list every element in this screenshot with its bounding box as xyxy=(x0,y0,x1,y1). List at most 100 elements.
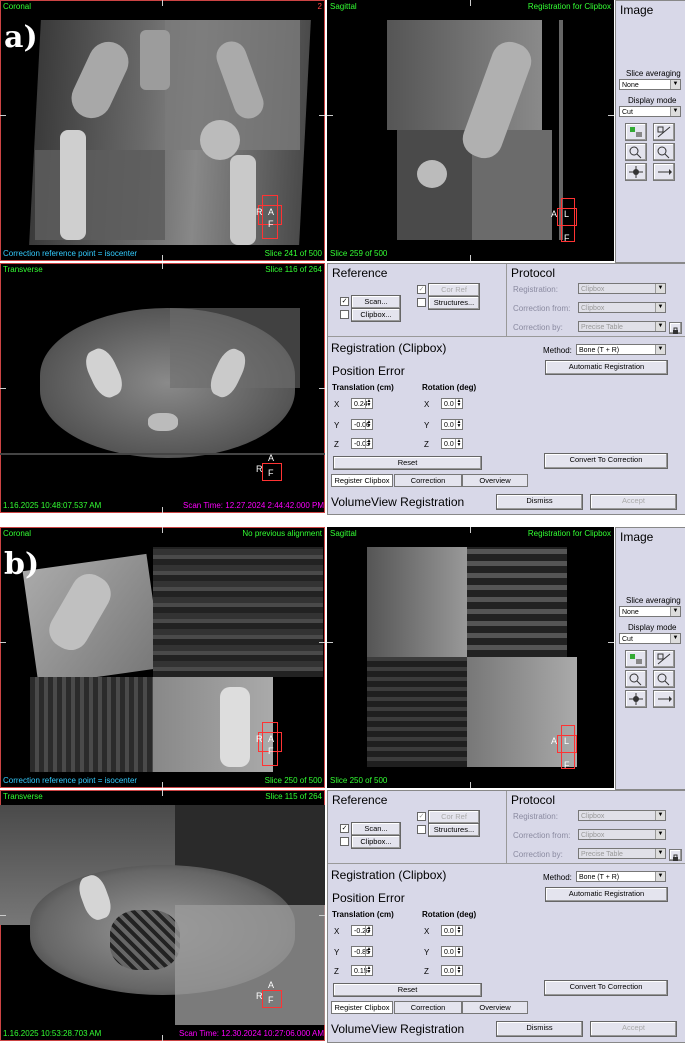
rotation-x-stepper[interactable]: 0.0 ▲ ▼ xyxy=(441,398,463,409)
reference-title: Reference xyxy=(332,793,388,807)
rotation-z-stepper[interactable]: 0.0 ▲ ▼ xyxy=(441,965,463,976)
correction-by-select[interactable]: Precise Table ▼ xyxy=(578,321,666,332)
coronal-viewport[interactable]: R A F a) Coronal 2 Correction reference … xyxy=(0,0,325,261)
tab-register-clipbox[interactable]: Register Clipbox xyxy=(331,474,393,487)
translation-x-stepper[interactable]: -0.20 ▲ ▼ xyxy=(351,925,373,936)
orient-l: L xyxy=(564,736,570,746)
image-title: Image xyxy=(620,3,654,17)
accept-button[interactable]: Accept xyxy=(590,494,677,510)
lock-icon[interactable] xyxy=(669,849,682,861)
transverse-viewport[interactable]: A R F Transverse Slice 116 of 264 1.16.2… xyxy=(0,263,325,513)
timestamp: 1.16.2025 10:48:07.537 AM xyxy=(3,501,102,510)
tab-correction[interactable]: Correction xyxy=(394,1001,462,1014)
orient-r: R xyxy=(256,734,263,744)
tab-overview[interactable]: Overview xyxy=(462,1001,528,1014)
structures-checkbox[interactable] xyxy=(417,825,426,834)
clipbox-checkbox[interactable] xyxy=(340,310,349,319)
zoom-in-icon[interactable] xyxy=(625,143,647,161)
translation-y-stepper[interactable]: -0.85 ▲ ▼ xyxy=(351,946,373,957)
sagittal-viewport[interactable]: A L F Sagittal Registration for Clipbox … xyxy=(327,527,614,788)
slice-counter: Slice 241 of 500 xyxy=(264,249,322,258)
zoom-in-icon[interactable] xyxy=(625,670,647,688)
y-label: Y xyxy=(334,948,340,957)
display-mode-select[interactable]: Cut ▼ xyxy=(619,633,681,644)
structures-button[interactable]: Structures... xyxy=(428,296,480,310)
convert-to-correction-button[interactable]: Convert To Correction xyxy=(544,980,668,996)
viewport-title: Transverse xyxy=(3,792,43,801)
rotation-y-stepper[interactable]: 0.0 ▲ ▼ xyxy=(441,419,463,430)
coronal-viewport[interactable]: R A F b) Coronal No previous alignment C… xyxy=(0,527,325,788)
slice-averaging-select[interactable]: None ▼ xyxy=(619,79,681,90)
corref-checkbox[interactable]: ✓ xyxy=(417,285,426,294)
split-view-icon[interactable] xyxy=(653,650,675,668)
rotation-x-stepper[interactable]: 0.0 ▲ ▼ xyxy=(441,925,463,936)
structures-button[interactable]: Structures... xyxy=(428,823,480,837)
correction-from-select[interactable]: Clipbox ▼ xyxy=(578,829,666,840)
lock-icon[interactable] xyxy=(669,322,682,334)
sagittal-viewport[interactable]: A L F Sagittal Registration for Clipbox … xyxy=(327,0,614,261)
method-select[interactable]: Bone (T + R) ▼ xyxy=(576,871,666,882)
display-mode-label: Display mode xyxy=(628,623,677,632)
corref-checkbox[interactable]: ✓ xyxy=(417,812,426,821)
orient-a: A xyxy=(268,453,275,463)
panel-a: R A F a) Coronal 2 Correction reference … xyxy=(0,0,685,515)
automatic-registration-button[interactable]: Automatic Registration xyxy=(545,360,668,375)
orient-a: A xyxy=(268,207,275,217)
registration-label: Registration: xyxy=(513,812,558,821)
orient-r: R xyxy=(256,464,263,474)
slice-averaging-label: Slice averaging xyxy=(626,69,681,78)
transverse-viewport[interactable]: A R F Transverse Slice 115 of 264 1.16.2… xyxy=(0,790,325,1041)
reference-title: Reference xyxy=(332,266,388,280)
correction-from-select[interactable]: Clipbox ▼ xyxy=(578,302,666,313)
corref-button[interactable]: Cor Ref xyxy=(428,283,480,297)
translation-x-stepper[interactable]: 0.24 ▲ ▼ xyxy=(351,398,373,409)
display-mode-select[interactable]: Cut ▼ xyxy=(619,106,681,117)
corref-button[interactable]: Cor Ref xyxy=(428,810,480,824)
window-level-icon[interactable] xyxy=(625,163,647,181)
display-mode-label: Display mode xyxy=(628,96,677,105)
viewport-note: No previous alignment xyxy=(242,529,322,538)
tab-register-clipbox[interactable]: Register Clipbox xyxy=(331,1001,393,1014)
method-label: Method: xyxy=(543,873,572,882)
pan-icon[interactable] xyxy=(653,163,675,181)
pan-icon[interactable] xyxy=(653,690,675,708)
scan-time: Scan Time: 12.27.2024 2:44:42.000 PM xyxy=(183,501,324,510)
image-title: Image xyxy=(620,530,654,544)
registration-select[interactable]: Clipbox ▼ xyxy=(578,283,666,294)
slice-averaging-select[interactable]: None ▼ xyxy=(619,606,681,617)
tab-overview[interactable]: Overview xyxy=(462,474,528,487)
rotation-y-stepper[interactable]: 0.0 ▲ ▼ xyxy=(441,946,463,957)
clipbox-button[interactable]: Clipbox... xyxy=(351,308,401,322)
registration-select[interactable]: Clipbox ▼ xyxy=(578,810,666,821)
translation-y-stepper[interactable]: -0.06 ▲ ▼ xyxy=(351,419,373,430)
window-level-icon[interactable] xyxy=(625,690,647,708)
orient-a: A xyxy=(268,734,275,744)
convert-to-correction-button[interactable]: Convert To Correction xyxy=(544,453,668,469)
scan-button[interactable]: Scan... xyxy=(351,822,401,836)
rotation-z-stepper[interactable]: 0.0 ▲ ▼ xyxy=(441,438,463,449)
blend-tool-icon[interactable] xyxy=(625,123,647,141)
scan-checkbox[interactable]: ✓ xyxy=(340,824,349,833)
reset-button[interactable]: Reset xyxy=(333,983,482,997)
scan-button[interactable]: Scan... xyxy=(351,295,401,309)
accept-button[interactable]: Accept xyxy=(590,1021,677,1037)
zoom-out-icon[interactable] xyxy=(653,143,675,161)
automatic-registration-button[interactable]: Automatic Registration xyxy=(545,887,668,902)
structures-checkbox[interactable] xyxy=(417,298,426,307)
tab-correction[interactable]: Correction xyxy=(394,474,462,487)
zoom-out-icon[interactable] xyxy=(653,670,675,688)
split-view-icon[interactable] xyxy=(653,123,675,141)
translation-z-stepper[interactable]: -0.03 ▲ ▼ xyxy=(351,438,373,449)
scan-checkbox[interactable]: ✓ xyxy=(340,297,349,306)
reset-button[interactable]: Reset xyxy=(333,456,482,470)
blend-tool-icon[interactable] xyxy=(625,650,647,668)
clipbox-button[interactable]: Clipbox... xyxy=(351,835,401,849)
dismiss-button[interactable]: Dismiss xyxy=(496,1021,583,1037)
dismiss-button[interactable]: Dismiss xyxy=(496,494,583,510)
rotation-label: Rotation (deg) xyxy=(422,383,477,392)
method-select[interactable]: Bone (T + R) ▼ xyxy=(576,344,666,355)
clipbox-checkbox[interactable] xyxy=(340,837,349,846)
x-label: X xyxy=(334,400,340,409)
correction-by-select[interactable]: Precise Table ▼ xyxy=(578,848,666,859)
translation-z-stepper[interactable]: 0.15 ▲ ▼ xyxy=(351,965,373,976)
